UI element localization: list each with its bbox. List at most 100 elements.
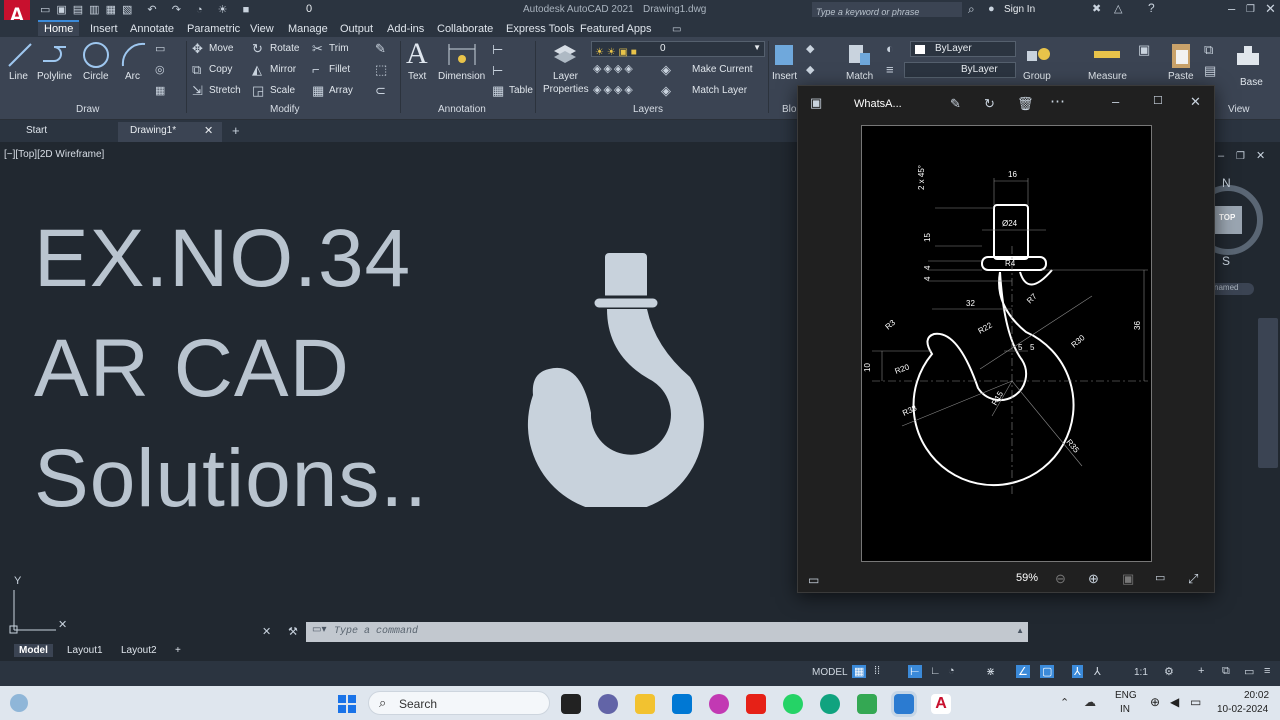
teams-icon[interactable] xyxy=(598,694,618,714)
more-options-icon[interactable]: ⋯ xyxy=(1050,94,1065,109)
layer-properties-button-line2[interactable]: Properties xyxy=(543,84,589,95)
fit-window-icon[interactable]: ▣ xyxy=(1122,572,1134,585)
tab-drawing1[interactable]: Drawing1* ✕ xyxy=(118,122,222,142)
chatgpt-icon[interactable] xyxy=(820,694,840,714)
viewcube-south[interactable]: S xyxy=(1222,254,1230,268)
layer-properties-icon[interactable] xyxy=(551,41,579,69)
command-history-icon[interactable]: ▲ xyxy=(1016,626,1024,635)
customize-icon[interactable]: ⚒ xyxy=(288,626,298,639)
match-properties-icon[interactable] xyxy=(846,41,874,69)
color-dropdown[interactable]: ByLayer xyxy=(910,41,1016,57)
tab-annotate[interactable]: Annotate xyxy=(124,22,180,36)
delete-icon[interactable]: 🗑 xyxy=(1017,97,1034,110)
insert-icon[interactable] xyxy=(772,41,798,69)
restore-icon[interactable]: ❐ xyxy=(1246,3,1255,16)
autoscale-icon[interactable]: ⅄ xyxy=(1094,665,1101,678)
photos-close-icon[interactable]: ✕ xyxy=(1190,95,1201,108)
close-command-icon[interactable]: ✕ xyxy=(262,626,271,639)
units-icon[interactable]: ⧉ xyxy=(1222,665,1230,678)
navigation-bar[interactable] xyxy=(1258,318,1278,468)
view-group-label[interactable]: View xyxy=(1228,104,1250,115)
paste-icon[interactable] xyxy=(1168,40,1194,70)
create-block-icon[interactable]: ◆ xyxy=(806,43,814,56)
array-button[interactable]: Array xyxy=(329,85,353,96)
match-layer-button[interactable]: Match Layer xyxy=(692,85,747,96)
file-explorer-icon[interactable] xyxy=(635,694,655,714)
zoom-in-icon[interactable]: ⊕ xyxy=(1088,572,1099,585)
block-group-label[interactable]: Blo xyxy=(782,104,796,115)
tray-overflow-icon[interactable]: ⌃ xyxy=(1060,696,1069,709)
app-icon[interactable] xyxy=(709,694,729,714)
match-properties-button[interactable]: Match xyxy=(846,71,873,82)
clean-screen-icon[interactable]: ▭ xyxy=(1244,665,1254,678)
group-button[interactable]: Group xyxy=(1023,71,1051,82)
rotate-button[interactable]: Rotate xyxy=(270,43,299,54)
erase-icon[interactable]: ✎ xyxy=(375,42,386,55)
modify-group-label[interactable]: Modify xyxy=(270,104,299,115)
layer-tools-icon[interactable]: ◈◈◈◈ xyxy=(593,63,635,76)
quick-access-toolbar[interactable]: ▭▣▤▥▦▧ ↶ ↷ ◔ ☀ ■ xyxy=(40,3,255,16)
tab-collaborate[interactable]: Collaborate xyxy=(431,22,499,36)
tab-start[interactable]: Start xyxy=(20,124,53,137)
draw-group-label[interactable]: Draw xyxy=(76,104,99,115)
mirror-button[interactable]: Mirror xyxy=(270,64,296,75)
photos-taskbar-icon[interactable] xyxy=(894,694,914,714)
circle-icon[interactable] xyxy=(81,40,111,70)
tab-featured-apps[interactable]: Featured Apps xyxy=(574,22,658,36)
paste-button[interactable]: Paste xyxy=(1168,71,1194,82)
edit-image-icon[interactable]: ✎ xyxy=(950,97,961,110)
zoom-out-icon[interactable]: ⊖ xyxy=(1055,572,1066,585)
workspace-gear-icon[interactable]: ⚙ xyxy=(1164,665,1174,678)
stretch-button[interactable]: Stretch xyxy=(209,85,241,96)
viewcube-top[interactable]: TOP xyxy=(1219,213,1235,222)
offset-icon[interactable]: ⊂ xyxy=(375,84,386,97)
base-button[interactable]: Base xyxy=(1240,77,1263,88)
clock-date[interactable]: 10-02-2024 xyxy=(1217,704,1268,715)
google-drive-icon[interactable] xyxy=(857,694,877,714)
base-view-icon[interactable] xyxy=(1234,43,1262,69)
hatch-icon[interactable]: ◎ xyxy=(155,64,165,77)
sign-in-button[interactable]: Sign In xyxy=(1004,4,1035,15)
table-button[interactable]: Table xyxy=(509,85,533,96)
annotation-scale[interactable]: 1:1 xyxy=(1134,667,1148,678)
group-icon[interactable] xyxy=(1024,41,1054,69)
color-wheel-icon[interactable]: ◐ xyxy=(886,42,894,55)
new-tab-icon[interactable]: + xyxy=(232,124,240,137)
taskbar-search[interactable]: ⌕ Search xyxy=(368,691,550,715)
search-input[interactable]: Type a keyword or phrase xyxy=(812,2,962,17)
task-view-icon[interactable] xyxy=(561,694,581,714)
viewport-window-controls[interactable]: – ❐ ✕ xyxy=(1216,150,1276,162)
viewcube-north[interactable]: N xyxy=(1222,176,1231,190)
move-button[interactable]: Move xyxy=(209,43,233,54)
trim-button[interactable]: Trim xyxy=(329,43,349,54)
tab-layout2[interactable]: Layout2 xyxy=(116,644,162,657)
volume-icon[interactable]: ◀ xyxy=(1170,695,1179,709)
viewport-controls[interactable]: [−][Top][2D Wireframe] xyxy=(4,149,104,160)
tab-view[interactable]: View xyxy=(244,22,280,36)
multileader-icon[interactable]: ⊢ xyxy=(492,64,503,77)
layer-properties-button[interactable]: Layer xyxy=(553,71,578,82)
dimension-button[interactable]: Dimension xyxy=(438,71,485,82)
text-button[interactable]: Text xyxy=(408,71,426,82)
photos-maximize-icon[interactable]: ☐ xyxy=(1153,95,1163,108)
copy-clip-icon[interactable]: ⧉ xyxy=(1204,43,1213,56)
infer-icon[interactable]: ⊢ xyxy=(908,665,922,678)
store-icon[interactable] xyxy=(672,694,692,714)
arc-button[interactable]: Arc xyxy=(125,71,140,82)
linetype-dropdown[interactable]: ByLayer xyxy=(904,62,1016,78)
utility-icon[interactable]: ▣ xyxy=(1138,43,1150,56)
polar-icon[interactable]: ◔ xyxy=(948,665,955,677)
actual-size-icon[interactable]: ▭ xyxy=(1155,572,1165,585)
language-indicator[interactable]: ENG xyxy=(1115,690,1137,701)
tab-layout1[interactable]: Layout1 xyxy=(62,644,108,657)
measure-icon[interactable] xyxy=(1092,45,1122,65)
linetype-icon[interactable]: ≡ xyxy=(886,63,894,76)
command-line-input[interactable]: ▭▾ Type a command ▲ xyxy=(306,622,1028,642)
youtube-icon[interactable] xyxy=(746,694,766,714)
circle-button[interactable]: Circle xyxy=(83,71,109,82)
grid-icon[interactable]: ▦ xyxy=(852,665,867,678)
add-layout-icon[interactable]: + xyxy=(170,644,186,657)
windows-start-icon[interactable] xyxy=(337,694,357,714)
text-icon[interactable]: A xyxy=(406,37,428,71)
clock-time[interactable]: 20:02 xyxy=(1244,690,1269,701)
